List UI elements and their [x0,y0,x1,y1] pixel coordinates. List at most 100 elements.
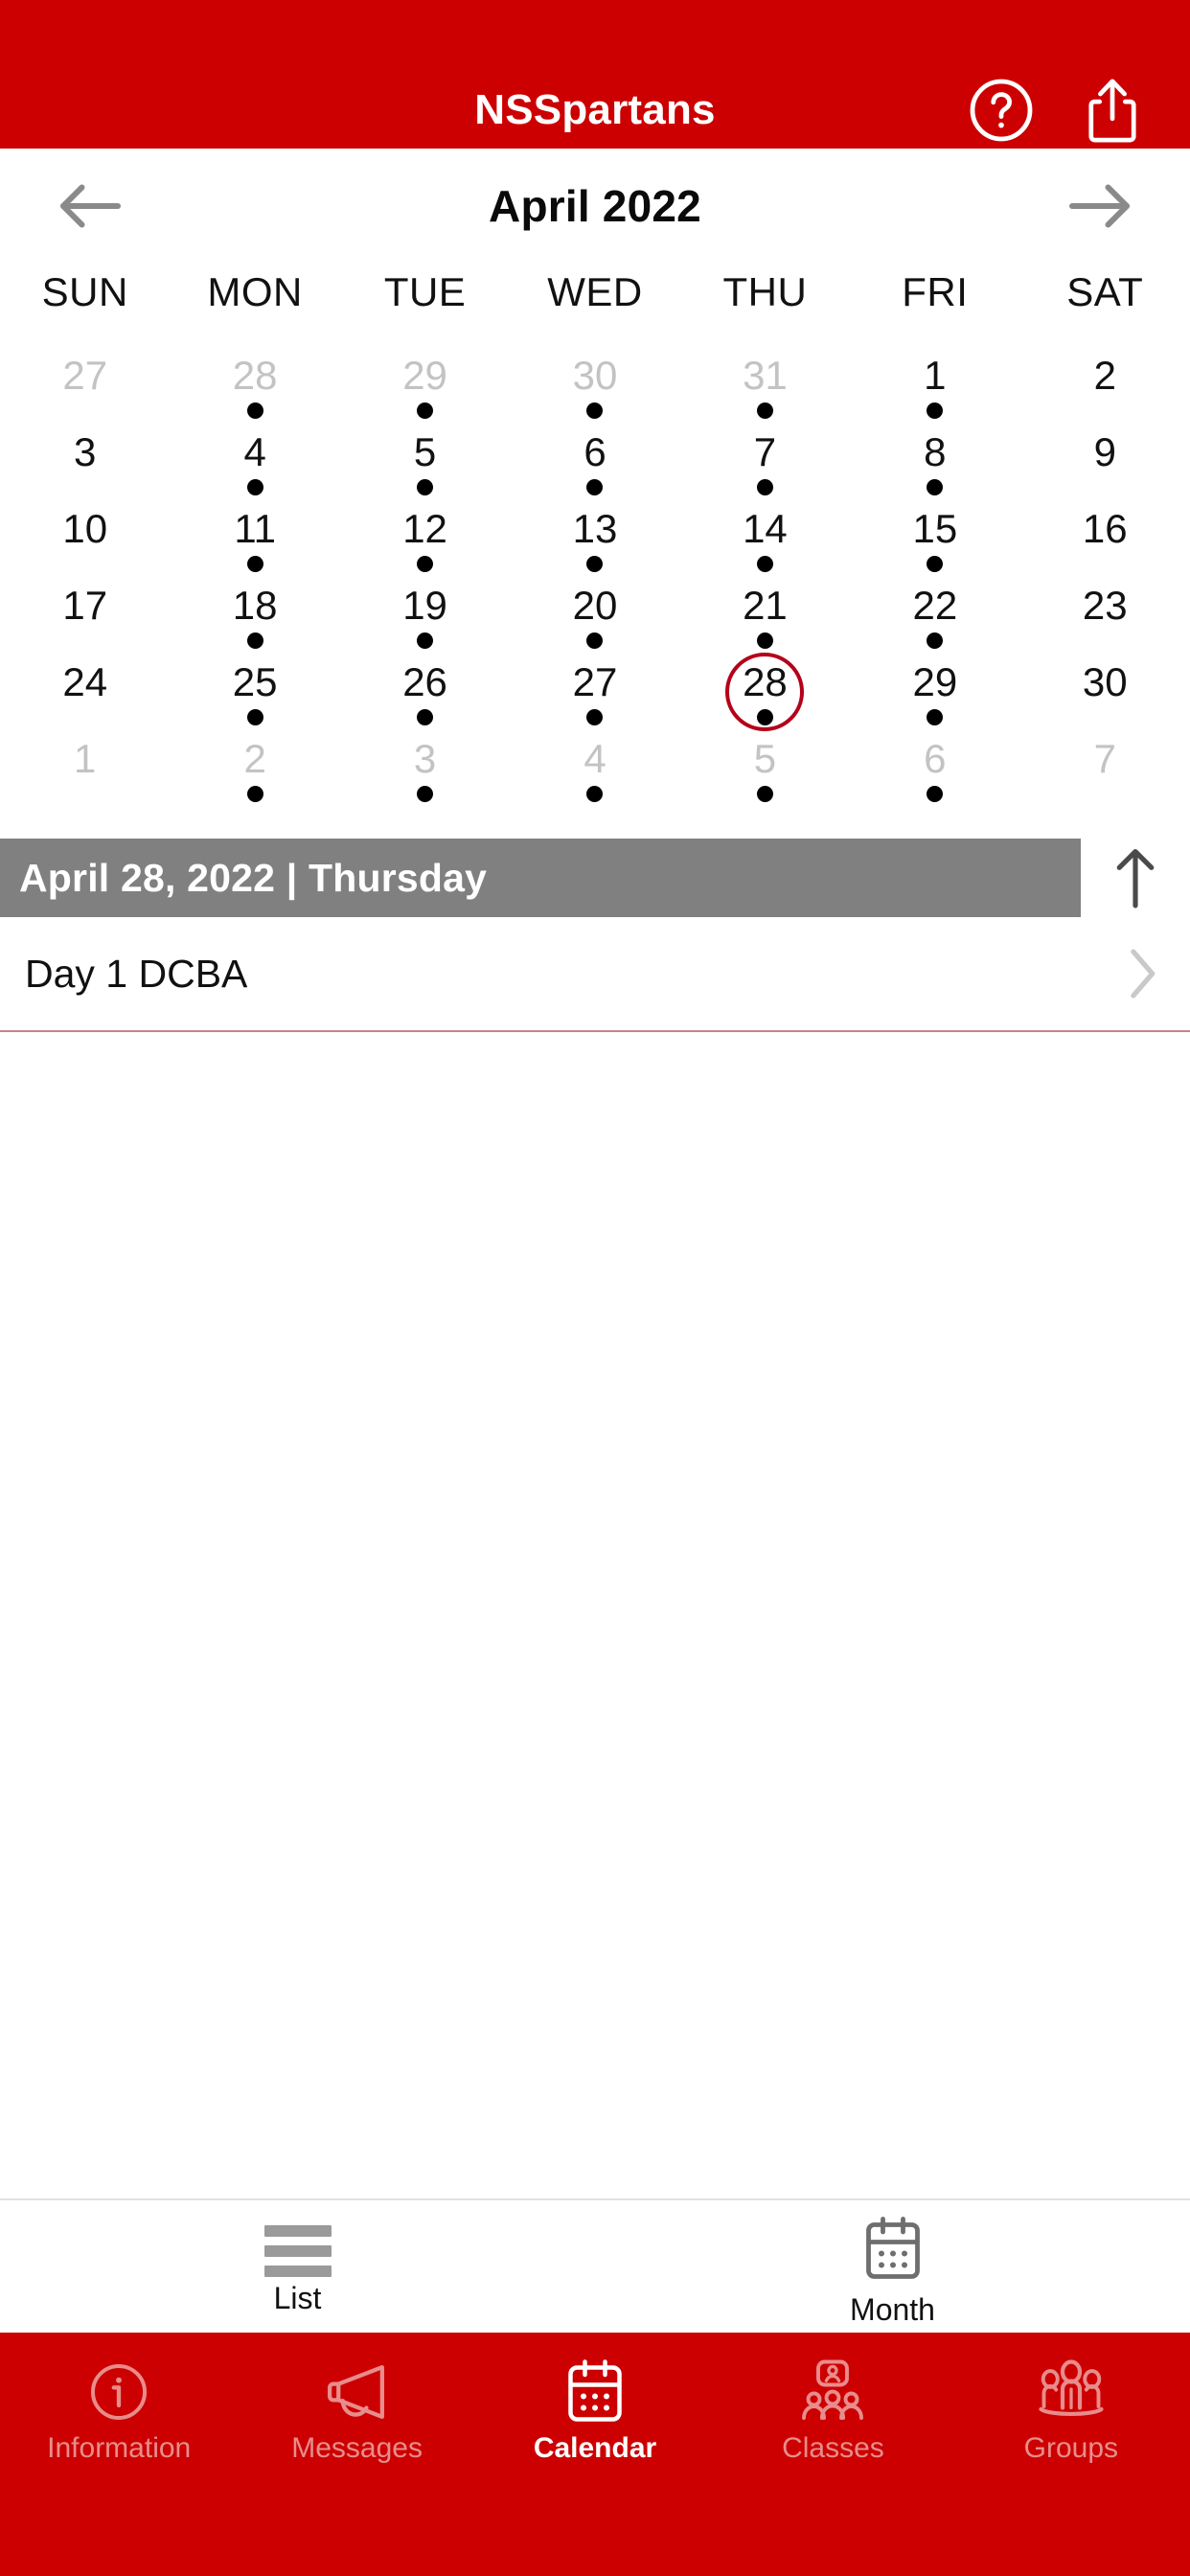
tab-groups[interactable]: Groups [952,2358,1190,2463]
calendar-day[interactable]: 19 [340,584,510,660]
event-dot [246,632,263,649]
calendar-day-number: 11 [234,506,276,551]
calendar-day[interactable]: 30 [1020,660,1190,737]
calendar-day[interactable]: 15 [850,507,1019,584]
calendar-day-number: 26 [402,659,447,704]
calendar-day-number: 18 [232,583,278,628]
calendar-day[interactable]: 5 [340,430,510,507]
calendar-day[interactable]: 1 [850,354,1019,430]
calendar-day[interactable]: 31 [680,354,850,430]
calendar-day[interactable]: 22 [850,584,1019,660]
arrow-up-icon[interactable] [1081,839,1190,917]
event-dot [246,402,263,419]
calendar-day[interactable]: 25 [170,660,339,737]
calendar-day-number: 19 [402,583,447,628]
event-dot [927,556,944,572]
calendar-day[interactable]: 3 [340,737,510,814]
calendar-day[interactable]: 17 [0,584,170,660]
view-switch-month[interactable]: Month [595,2200,1190,2333]
calendar-day-selected[interactable]: 28 [680,653,850,737]
calendar-day[interactable]: 1 [0,737,170,814]
calendar-day-number: 3 [413,736,437,781]
selected-day-label: April 28, 2022 | Thursday [19,855,488,900]
event-dot [756,479,773,495]
calendar-day[interactable]: 6 [850,737,1019,814]
event-dot [927,632,944,649]
calendar-icon [562,2358,628,2426]
chevron-right-icon [1117,946,1167,1001]
calendar-day[interactable]: 6 [510,430,679,507]
calendar-day[interactable]: 2 [1020,354,1190,430]
calendar-day[interactable]: 29 [340,354,510,430]
calendar-day[interactable]: 18 [170,584,339,660]
tab-classes-label: Classes [782,2432,884,2464]
event-dot [756,556,773,572]
calendar-day[interactable]: 16 [1020,507,1190,584]
arrow-left-icon[interactable] [46,168,132,244]
calendar-day[interactable]: 3 [0,430,170,507]
tab-calendar[interactable]: Calendar [476,2358,714,2463]
calendar-week-row: 1 2 3 4 5 6 7 [0,737,1190,814]
groups-icon [1035,2358,1108,2426]
tab-information[interactable]: Information [0,2358,238,2463]
month-navigation: April 2022 [0,156,1190,256]
calendar-day[interactable]: 4 [170,430,339,507]
event-dot [246,479,263,495]
calendar-day[interactable]: 28 [170,354,339,430]
calendar-day[interactable]: 20 [510,584,679,660]
tab-messages[interactable]: Messages [238,2358,475,2463]
calendar-day-number: 16 [1082,506,1128,551]
calendar-day[interactable]: 9 [1020,430,1190,507]
calendar-day[interactable]: 7 [1020,737,1190,814]
calendar-day[interactable]: 5 [680,737,850,814]
calendar-day-number: 28 [743,659,788,704]
calendar-day[interactable]: 27 [510,660,679,737]
event-dot [246,709,263,725]
calendar-day[interactable]: 7 [680,430,850,507]
tab-messages-label: Messages [291,2432,423,2464]
help-circle-icon[interactable] [966,75,1037,146]
calendar-week-row: 3 4 5 6 7 8 9 [0,430,1190,507]
calendar-day[interactable]: 10 [0,507,170,584]
calendar-day-number: 30 [572,353,618,398]
calendar-day[interactable]: 4 [510,737,679,814]
calendar-day-number: 4 [243,429,266,474]
calendar-day[interactable]: 13 [510,507,679,584]
event-dot [756,402,773,419]
share-icon[interactable] [1077,75,1148,146]
calendar-day[interactable]: 23 [1020,584,1190,660]
calendar-day-number: 8 [924,429,947,474]
calendar-day-number: 27 [572,659,618,704]
calendar-day[interactable]: 29 [850,660,1019,737]
calendar-day-number: 21 [743,583,788,628]
event-dot [417,556,434,572]
calendar-day[interactable]: 11 [170,507,339,584]
calendar-day[interactable]: 24 [0,660,170,737]
calendar-day[interactable]: 26 [340,660,510,737]
calendar-day-number: 9 [1093,429,1116,474]
calendar-week-row: 24 25 26 27 28 29 30 [0,653,1190,737]
calendar-day[interactable]: 2 [170,737,339,814]
calendar-day[interactable]: 14 [680,507,850,584]
calendar-day-number: 2 [243,736,266,781]
calendar-app-screen: NSSpartans April 2022 SUN MON TUE WED TH… [0,0,1190,2576]
arrow-right-icon[interactable] [1058,168,1144,244]
event-dot [586,709,604,725]
event-dot [417,402,434,419]
event-dot [927,786,944,802]
calendar-day[interactable]: 8 [850,430,1019,507]
calendar-day[interactable]: 27 [0,354,170,430]
event-row[interactable]: Day 1 DCBA [0,917,1190,1032]
calendar-day[interactable]: 12 [340,507,510,584]
tab-classes[interactable]: Classes [714,2358,951,2463]
event-dot [586,556,604,572]
selected-day-bar: April 28, 2022 | Thursday [0,839,1190,917]
classes-icon [799,2358,866,2426]
view-switch-list[interactable]: List [0,2200,595,2333]
calendar-day[interactable]: 21 [680,584,850,660]
calendar-day[interactable]: 30 [510,354,679,430]
tab-information-label: Information [47,2432,192,2464]
selected-day-banner[interactable]: April 28, 2022 | Thursday [0,839,1081,917]
calendar-day-number: 22 [912,583,958,628]
weekday-label-fri: FRI [902,269,969,314]
